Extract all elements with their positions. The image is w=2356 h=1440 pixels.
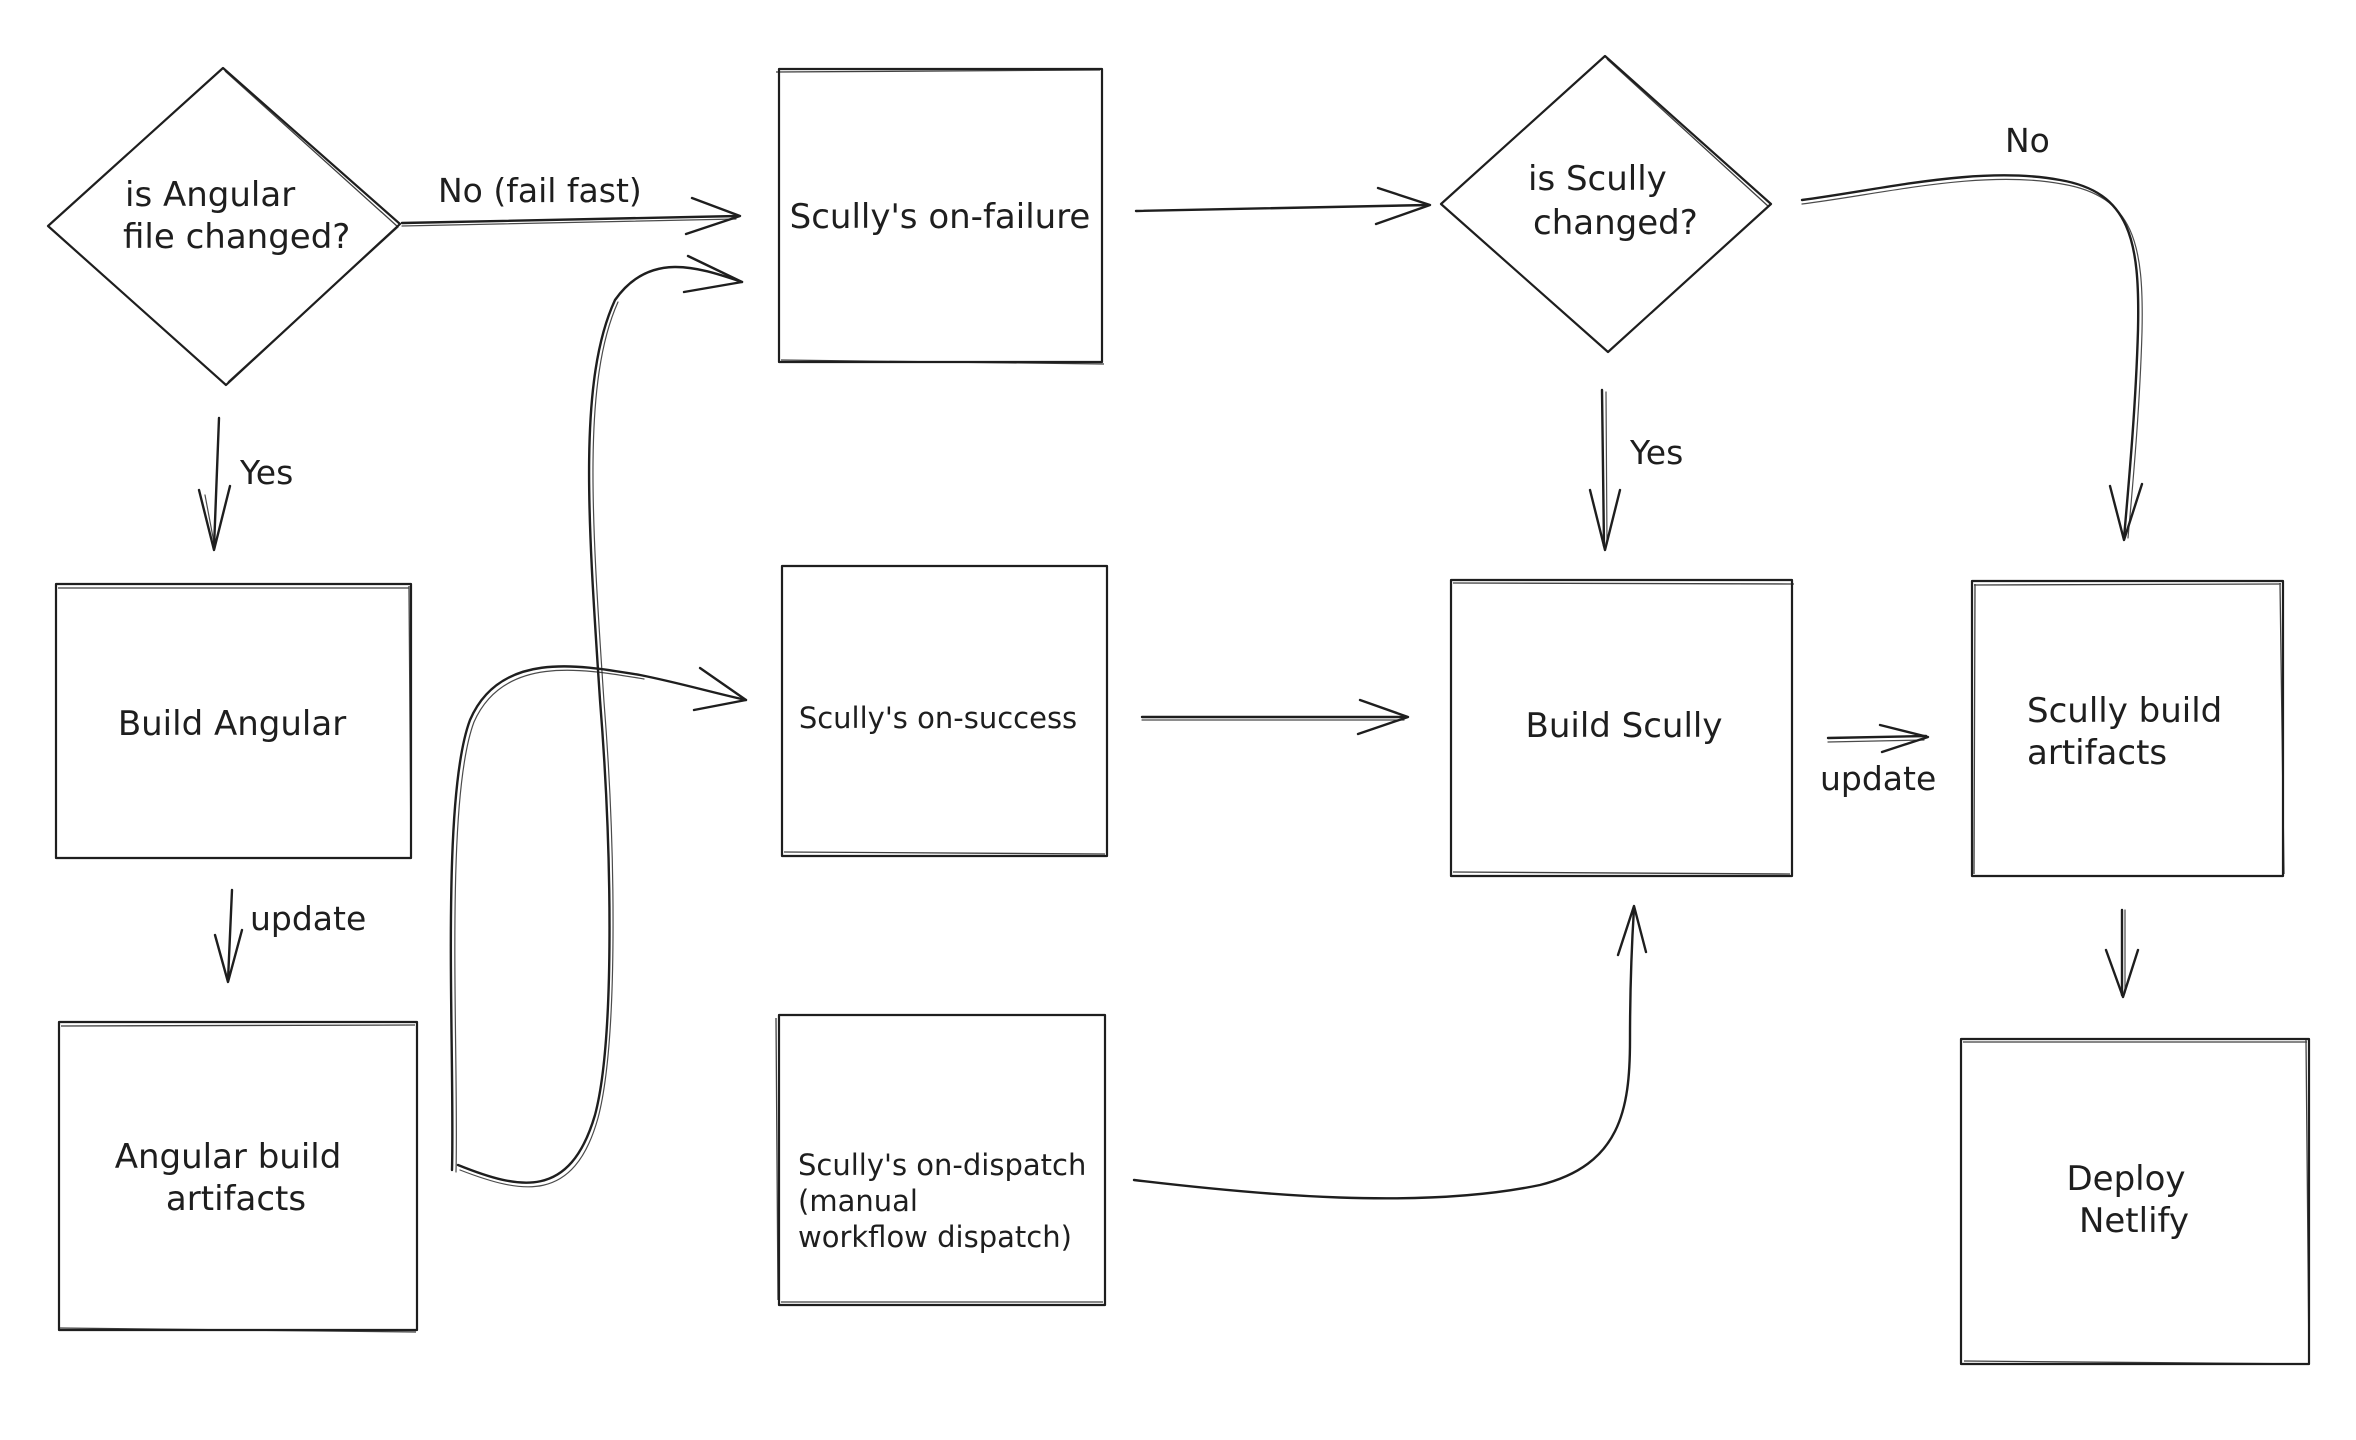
node-label-line: Build Scully xyxy=(1526,706,1723,746)
node-angular-build-artifacts[interactable]: Angular build artifacts xyxy=(57,1020,419,1333)
edge-scully-yes-to-build-scully[interactable]: Yes xyxy=(1588,388,1683,552)
edge-label-no-fail-fast: No (fail fast) xyxy=(438,171,642,210)
node-label-line: artifacts xyxy=(166,1179,306,1219)
edge-scully-no-to-artifacts[interactable]: No xyxy=(1800,121,2144,542)
node-label-line: workflow dispatch) xyxy=(798,1220,1072,1254)
node-label-line: is Angular xyxy=(125,175,295,215)
node-label-line: Scully build xyxy=(2027,691,2222,731)
flowchart-canvas: No (fail fast) Yes update Yes No update … xyxy=(46,54,2311,1366)
edge-angular-no-to-on-failure[interactable]: No (fail fast) xyxy=(400,171,742,236)
node-label-line: Deploy xyxy=(2066,1159,2185,1199)
edge-label-update-scully: update xyxy=(1820,759,1936,798)
edge-label-yes-angular: Yes xyxy=(239,453,293,492)
node-build-scully[interactable]: Build Scully xyxy=(1449,578,1795,878)
edge-label-no-scully: No xyxy=(2005,121,2050,160)
node-label-line: is Scully xyxy=(1528,159,1667,199)
node-build-angular[interactable]: Build Angular xyxy=(54,582,413,860)
node-deploy-netlify[interactable]: Deploy Netlify xyxy=(1959,1037,2311,1366)
edge-artifacts-to-deploy[interactable] xyxy=(2104,908,2140,999)
node-label-line: Netlify xyxy=(2079,1201,2189,1241)
node-scully-build-artifacts[interactable]: Scully build artifacts xyxy=(1970,579,2285,878)
node-is-angular-file-changed[interactable]: is Angular file changed? xyxy=(46,66,402,387)
edge-build-angular-to-artifacts[interactable]: update xyxy=(213,888,366,984)
node-is-scully-changed[interactable]: is Scully changed? xyxy=(1439,54,1773,354)
edge-angular-yes-to-build-angular[interactable]: Yes xyxy=(197,416,293,552)
edge-angular-artifacts-to-on-failure[interactable] xyxy=(456,254,744,1188)
node-label-line: Scully's on-failure xyxy=(790,197,1091,237)
edge-on-success-to-build-scully[interactable] xyxy=(1140,698,1410,736)
edge-label-update-angular: update xyxy=(250,899,366,938)
node-label-line: changed? xyxy=(1533,203,1698,243)
node-label-line: file changed? xyxy=(123,217,350,257)
node-scully-on-failure[interactable]: Scully's on-failure xyxy=(775,67,1105,365)
edge-label-yes-scully: Yes xyxy=(1629,433,1683,472)
node-label-line: artifacts xyxy=(2027,733,2167,773)
edge-build-scully-to-artifacts[interactable]: update xyxy=(1820,723,1936,798)
node-label-line: Scully's on-success xyxy=(799,701,1077,735)
node-label-line: (manual xyxy=(798,1184,918,1218)
node-label-line: Angular build xyxy=(115,1137,342,1177)
edge-on-dispatch-to-build-scully[interactable] xyxy=(1132,904,1648,1200)
node-label-line: Build Angular xyxy=(118,704,346,744)
node-scully-on-dispatch[interactable]: Scully's on-dispatch (manual workflow di… xyxy=(775,1013,1107,1307)
edge-on-failure-to-scully-changed[interactable] xyxy=(1134,186,1432,226)
node-scully-on-success[interactable]: Scully's on-success xyxy=(780,564,1109,858)
node-label-line: Scully's on-dispatch xyxy=(798,1148,1086,1182)
